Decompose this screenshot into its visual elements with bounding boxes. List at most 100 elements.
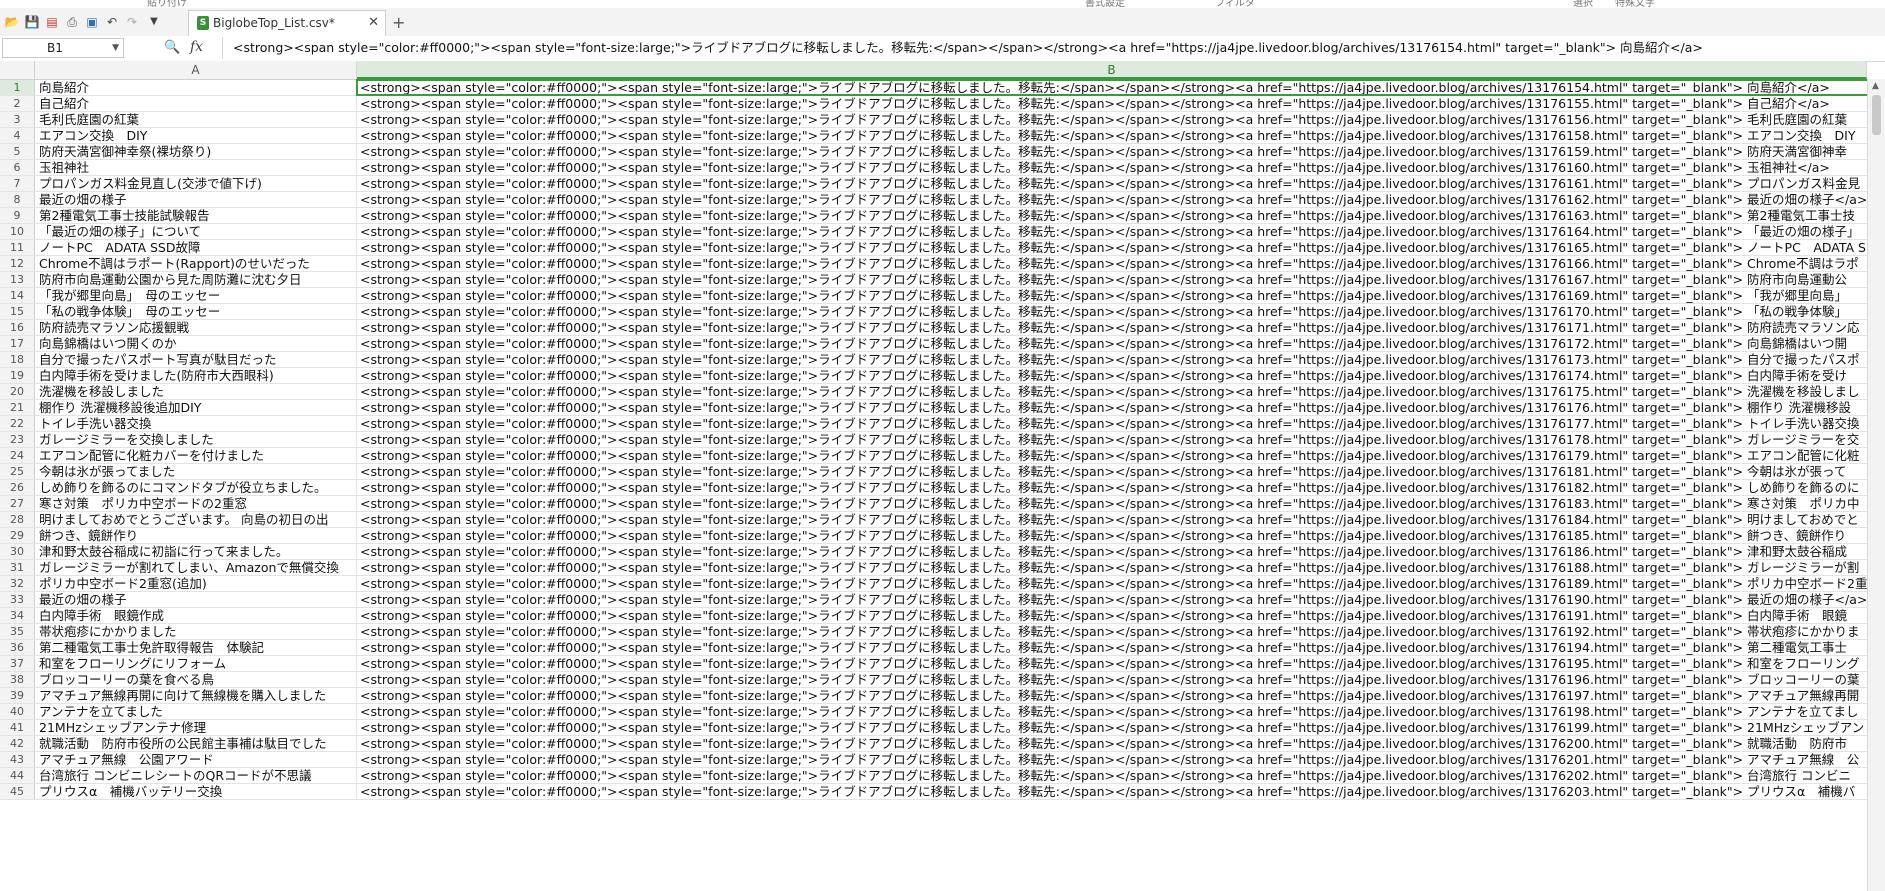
cell-b[interactable]: <strong><span style="color:#ff0000;"><sp…: [357, 448, 1867, 463]
row-header[interactable]: 27: [0, 496, 35, 511]
cell-a[interactable]: 自己紹介: [36, 96, 357, 111]
cell-b[interactable]: <strong><span style="color:#ff0000;"><sp…: [357, 640, 1867, 655]
row-header[interactable]: 23: [0, 432, 35, 447]
cell-a[interactable]: トイレ手洗い器交換: [36, 416, 357, 431]
cell-a[interactable]: 明けましておめでとうございます。 向島の初日の出: [36, 512, 357, 527]
cell-a[interactable]: ブロッコーリーの葉を食べる鳥: [36, 672, 357, 687]
row-header[interactable]: 15: [0, 304, 35, 319]
new-tab-icon[interactable]: +: [392, 15, 405, 31]
ribbon-label-paste[interactable]: 貼り付け: [147, 0, 187, 8]
cell-b[interactable]: <strong><span style="color:#ff0000;"><sp…: [357, 784, 1867, 799]
cell-b[interactable]: <strong><span style="color:#ff0000;"><sp…: [357, 736, 1867, 751]
cell-b[interactable]: <strong><span style="color:#ff0000;"><sp…: [357, 320, 1867, 335]
cell-b[interactable]: <strong><span style="color:#ff0000;"><sp…: [357, 384, 1867, 399]
cell-b[interactable]: <strong><span style="color:#ff0000;"><sp…: [357, 768, 1867, 783]
cell-b[interactable]: <strong><span style="color:#ff0000;"><sp…: [357, 480, 1867, 495]
row-header[interactable]: 39: [0, 688, 35, 703]
print-preview-icon[interactable]: ▣: [84, 14, 100, 30]
row-header[interactable]: 28: [0, 512, 35, 527]
cell-b[interactable]: <strong><span style="color:#ff0000;"><sp…: [357, 208, 1867, 223]
cell-b[interactable]: <strong><span style="color:#ff0000;"><sp…: [357, 128, 1867, 143]
cell-b[interactable]: <strong><span style="color:#ff0000;"><sp…: [357, 656, 1867, 671]
cell-b[interactable]: <strong><span style="color:#ff0000;"><sp…: [357, 544, 1867, 559]
row-header[interactable]: 6: [0, 160, 35, 175]
cell-a[interactable]: 台湾旅行 コンビニレシートのQRコードが不思議: [36, 768, 357, 783]
export-pdf-icon[interactable]: ▤: [44, 14, 60, 30]
cell-a[interactable]: 向島錦橋はいつ開くのか: [36, 336, 357, 351]
cell-b[interactable]: <strong><span style="color:#ff0000;"><sp…: [357, 496, 1867, 511]
cell-b[interactable]: <strong><span style="color:#ff0000;"><sp…: [357, 224, 1867, 239]
row-header[interactable]: 29: [0, 528, 35, 543]
close-tab-icon[interactable]: ✕: [368, 15, 379, 30]
undo-icon[interactable]: ↶: [104, 14, 120, 30]
cell-a[interactable]: 和室をフローリングにリフォーム: [36, 656, 357, 671]
cell-a[interactable]: アマチュア無線 公園アワード: [36, 752, 357, 767]
zoom-search-icon[interactable]: 🔍: [164, 40, 180, 55]
cell-a[interactable]: 餅つき、鏡餅作り: [36, 528, 357, 543]
cell-a[interactable]: Chrome不調はラポート(Rapport)のせいだった: [36, 256, 357, 271]
cell-b[interactable]: <strong><span style="color:#ff0000;"><sp…: [357, 528, 1867, 543]
row-header[interactable]: 5: [0, 144, 35, 159]
cell-b[interactable]: <strong><span style="color:#ff0000;"><sp…: [357, 720, 1867, 735]
cell-a[interactable]: プロパンガス料金見直し(交渉で値下げ): [36, 176, 357, 191]
cell-a[interactable]: 最近の畑の様子: [36, 592, 357, 607]
row-header[interactable]: 10: [0, 224, 35, 239]
cell-b[interactable]: <strong><span style="color:#ff0000;"><sp…: [357, 752, 1867, 767]
row-header[interactable]: 43: [0, 752, 35, 767]
cell-a[interactable]: ポリカ中空ボード2重窓(追加): [36, 576, 357, 591]
ribbon-label-filter[interactable]: フィルタ: [1215, 0, 1255, 8]
cell-b[interactable]: <strong><span style="color:#ff0000;"><sp…: [357, 592, 1867, 607]
scroll-up-icon[interactable]: ▲: [1872, 81, 1879, 91]
cell-a[interactable]: 防府市向島運動公園から見た周防灘に沈む夕日: [36, 272, 357, 287]
cell-b[interactable]: <strong><span style="color:#ff0000;"><sp…: [357, 560, 1867, 575]
row-header[interactable]: 20: [0, 384, 35, 399]
row-header[interactable]: 34: [0, 608, 35, 623]
cell-a[interactable]: エアコン配管に化粧カバーを付けました: [36, 448, 357, 463]
cell-b[interactable]: <strong><span style="color:#ff0000;"><sp…: [357, 464, 1867, 479]
ribbon-label-select[interactable]: 選択: [1573, 0, 1593, 8]
cell-a[interactable]: 最近の畑の様子: [36, 192, 357, 207]
cell-b[interactable]: <strong><span style="color:#ff0000;"><sp…: [357, 160, 1867, 175]
row-header[interactable]: 9: [0, 208, 35, 223]
row-header[interactable]: 24: [0, 448, 35, 463]
cell-b[interactable]: <strong><span style="color:#ff0000;"><sp…: [357, 192, 1867, 207]
row-header[interactable]: 18: [0, 352, 35, 367]
cell-a[interactable]: 防府天満宮御神幸祭(裸坊祭り): [36, 144, 357, 159]
cell-b[interactable]: <strong><span style="color:#ff0000;"><sp…: [357, 576, 1867, 591]
cell-a[interactable]: 就職活動 防府市役所の公民館主事補は駄目でした: [36, 736, 357, 751]
row-header[interactable]: 12: [0, 256, 35, 271]
cell-a[interactable]: 「最近の畑の様子」について: [36, 224, 357, 239]
row-header[interactable]: 40: [0, 704, 35, 719]
cell-a[interactable]: 白内障手術を受けました(防府市大西眼科): [36, 368, 357, 383]
cell-b[interactable]: <strong><span style="color:#ff0000;"><sp…: [357, 688, 1867, 703]
active-cell-b1[interactable]: <strong><span style="color:#ff0000;"><sp…: [356, 79, 1867, 96]
redo-icon[interactable]: ↷: [124, 14, 140, 30]
row-header[interactable]: 7: [0, 176, 35, 191]
row-header[interactable]: 4: [0, 128, 35, 143]
row-header[interactable]: 45: [0, 784, 35, 799]
cell-b[interactable]: <strong><span style="color:#ff0000;"><sp…: [357, 704, 1867, 719]
cell-a[interactable]: 「我が郷里向島」 母のエッセー: [36, 288, 357, 303]
cell-b[interactable]: <strong><span style="color:#ff0000;"><sp…: [357, 304, 1867, 319]
cell-b[interactable]: <strong><span style="color:#ff0000;"><sp…: [357, 256, 1867, 271]
column-header-a[interactable]: A: [35, 61, 357, 79]
cell-b[interactable]: <strong><span style="color:#ff0000;"><sp…: [357, 176, 1867, 191]
row-header[interactable]: 42: [0, 736, 35, 751]
cell-a[interactable]: 津和野太鼓谷稲成に初詣に行って来ました。: [36, 544, 357, 559]
row-header[interactable]: 35: [0, 624, 35, 639]
cell-b[interactable]: <strong><span style="color:#ff0000;"><sp…: [357, 368, 1867, 383]
cell-a[interactable]: 第二種電気工事士免許取得報告 体験記: [36, 640, 357, 655]
cell-a[interactable]: アマチュア無線再開に向けて無線機を購入しました: [36, 688, 357, 703]
row-header[interactable]: 26: [0, 480, 35, 495]
cell-b[interactable]: <strong><span style="color:#ff0000;"><sp…: [357, 240, 1867, 255]
cell-a[interactable]: 今朝は氷が張ってました: [36, 464, 357, 479]
formula-input[interactable]: <strong><span style="color:#ff0000;"><sp…: [222, 37, 1878, 59]
cell-a[interactable]: ガレージミラーを交換しました: [36, 432, 357, 447]
cell-a[interactable]: 寒さ対策 ポリカ中空ボードの2重窓: [36, 496, 357, 511]
row-header[interactable]: 1: [0, 80, 35, 95]
cell-a[interactable]: しめ飾りを飾るのにコマンドタブが役立ちました。: [36, 480, 357, 495]
insert-function-icon[interactable]: fx: [190, 39, 203, 55]
cell-b[interactable]: <strong><span style="color:#ff0000;"><sp…: [357, 352, 1867, 367]
row-header[interactable]: 25: [0, 464, 35, 479]
cell-a[interactable]: 21MHzシェッブアンテナ修理: [36, 720, 357, 735]
